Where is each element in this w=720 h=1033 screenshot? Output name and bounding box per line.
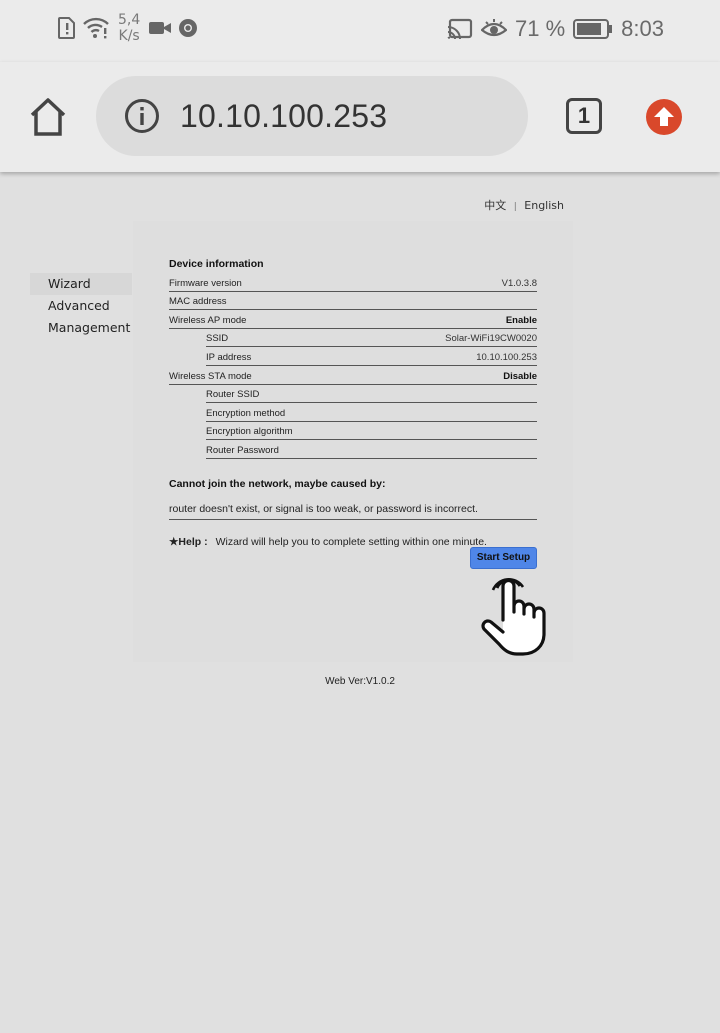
lang-english-link[interactable]: English: [524, 199, 564, 212]
wifi-alert-icon: [83, 17, 109, 39]
battery-percent: 71 %: [515, 16, 566, 41]
network-speed: 5,4 K/s: [118, 12, 140, 44]
sim-alert-icon: [58, 17, 75, 39]
info-icon[interactable]: [124, 98, 160, 134]
nav-item-management[interactable]: Management: [30, 317, 132, 339]
row-value: Enable: [505, 314, 537, 326]
row-value: V1.0.3.8: [501, 277, 537, 289]
info-row-ssid: SSID Solar-WiFi19CW0020: [206, 329, 537, 348]
failure-description: router doesn't exist, or signal is too w…: [169, 503, 537, 520]
speed-value: 5,4: [118, 12, 141, 28]
info-row-mac: MAC address: [169, 292, 537, 311]
info-row-sta-mode: Wireless STA mode Disable: [169, 366, 537, 385]
lang-separator: |: [513, 202, 517, 212]
row-value: Solar-WiFi19CW0020: [445, 333, 537, 345]
info-row-router-ssid: Router SSID: [206, 385, 537, 404]
info-row-router-password: Router Password: [206, 440, 537, 459]
nav-item-advanced[interactable]: Advanced: [30, 295, 132, 317]
tabs-button[interactable]: 1: [566, 98, 602, 134]
web-version: Web Ver:V1.0.2: [325, 676, 395, 687]
clock: 8:03: [621, 16, 664, 41]
nav-item-wizard[interactable]: Wizard: [30, 273, 132, 295]
info-row-encryption-method: Encryption method: [206, 403, 537, 422]
chrome-icon: [179, 19, 198, 37]
upload-button[interactable]: [646, 99, 682, 135]
row-label: Encryption algorithm: [206, 426, 293, 438]
row-label: IP address: [206, 351, 252, 363]
eye-icon: [481, 19, 508, 37]
row-value: 10.10.100.253: [476, 351, 537, 363]
pointing-hand-icon: [481, 578, 546, 656]
row-label: Router SSID: [206, 389, 260, 401]
row-label: Router Password: [206, 444, 279, 456]
home-icon[interactable]: [26, 95, 70, 139]
browser-toolbar: 10.10.100.253 1: [0, 62, 720, 172]
help-label: ★Help :: [169, 535, 208, 548]
section-title: Device information: [169, 258, 264, 270]
row-label: Wireless AP mode: [169, 314, 247, 326]
info-row-ip: IP address 10.10.100.253: [206, 347, 537, 366]
url-text[interactable]: 10.10.100.253: [180, 98, 387, 135]
info-row-ap-mode: Wireless AP mode Enable: [169, 310, 537, 329]
info-row-encryption-algorithm: Encryption algorithm: [206, 422, 537, 441]
row-value: Disable: [503, 370, 537, 382]
video-camera-icon: [149, 22, 172, 34]
row-label: Encryption method: [206, 407, 286, 419]
failure-title: Cannot join the network, maybe caused by…: [169, 477, 386, 490]
start-setup-button[interactable]: Start Setup: [470, 547, 537, 569]
info-row-firmware: Firmware version V1.0.3.8: [169, 273, 537, 292]
row-label: Wireless STA mode: [169, 370, 252, 382]
language-switch: 中文 | English: [484, 197, 564, 213]
row-label: MAC address: [169, 296, 227, 308]
upload-icon: [654, 107, 674, 126]
side-navigation: Wizard Advanced Management: [30, 273, 132, 339]
speed-unit: K/s: [118, 28, 140, 44]
row-label: Firmware version: [169, 277, 242, 289]
battery-icon: [573, 19, 613, 39]
address-bar[interactable]: 10.10.100.253: [96, 76, 528, 156]
help-text: Wizard will help you to complete setting…: [215, 535, 487, 548]
device-info-section: Device information Firmware version V1.0…: [169, 258, 537, 548]
lang-chinese-link[interactable]: 中文: [484, 199, 506, 212]
status-bar: 5,4 K/s 71 % 8:03: [0, 0, 720, 62]
row-label: SSID: [206, 333, 229, 345]
cast-icon: [447, 18, 473, 40]
